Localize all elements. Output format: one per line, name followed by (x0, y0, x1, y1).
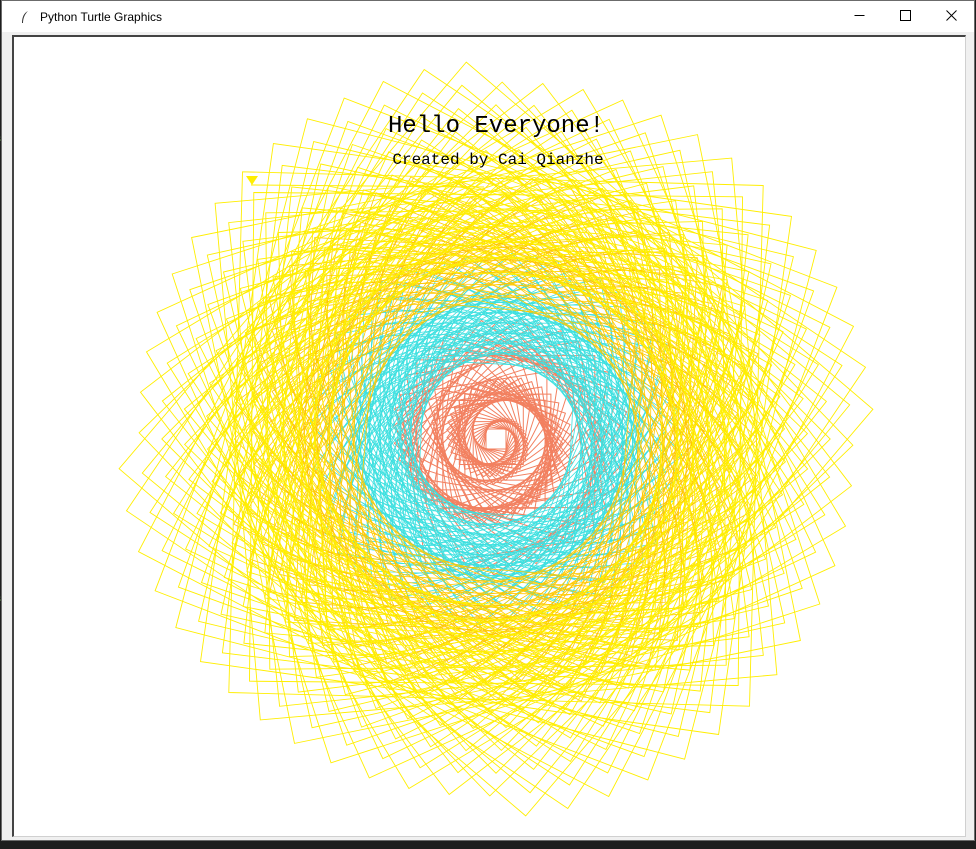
spiral-square (324, 267, 668, 611)
heading-text: Hello Everyone! (387, 113, 605, 140)
turtle-canvas[interactable]: Hello Everyone! Created by Cai Qianzhe (12, 35, 966, 837)
spiral-square (223, 166, 769, 712)
spiral-square (177, 120, 815, 758)
spiral-square (243, 186, 749, 692)
spiral-square (324, 267, 668, 611)
turtle-window: Python Turtle Graphics Hello Everyone! C… (1, 0, 975, 841)
spiral-square (324, 267, 668, 611)
minimize-button[interactable] (836, 1, 882, 32)
title-bar[interactable]: Python Turtle Graphics (2, 1, 974, 32)
close-button[interactable] (928, 1, 974, 32)
spiral-square (156, 99, 836, 779)
spiral-square (172, 115, 820, 763)
spiral-square (233, 176, 759, 702)
spiral-square (175, 118, 817, 760)
spiral-square (125, 68, 867, 810)
spiral-square (233, 176, 759, 702)
spiral-square (242, 185, 750, 693)
spiral-square (200, 143, 792, 735)
minimize-icon (854, 8, 865, 26)
spiral-square (240, 183, 752, 695)
spiral-square (242, 185, 750, 693)
spiral-square (185, 128, 807, 750)
spiral-square (324, 267, 668, 611)
spiral-square (242, 185, 750, 693)
maximize-button[interactable] (882, 1, 928, 32)
spiral-square (195, 138, 797, 740)
spiral-square (324, 267, 668, 611)
close-icon (945, 8, 957, 26)
triangle-arrow-icon (246, 176, 258, 185)
spiral-square (319, 262, 673, 616)
maximize-icon (899, 8, 911, 26)
spiral-square (483, 425, 510, 453)
window-title: Python Turtle Graphics (40, 9, 163, 24)
spiral-square (208, 151, 784, 727)
spiral-square (485, 428, 507, 450)
credit-text: Created by Cai Qianzhe (392, 151, 604, 169)
spiral-square (271, 214, 721, 664)
feather-icon (18, 10, 32, 24)
spiral-square (271, 214, 721, 664)
spiral-square (285, 228, 707, 650)
spiral-square (325, 268, 667, 610)
